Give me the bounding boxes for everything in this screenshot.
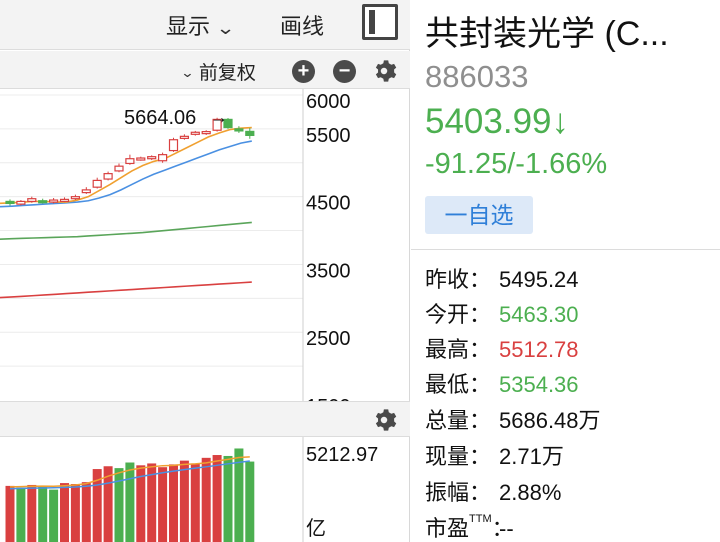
candle xyxy=(136,157,146,161)
volume-bar xyxy=(81,482,91,542)
chevron-down-icon: ⌄ xyxy=(215,18,236,38)
sidebar-toggle-icon[interactable] xyxy=(362,4,398,40)
volume-bar xyxy=(179,460,189,542)
last-price-value: 5403.99 xyxy=(425,102,552,141)
ma-line-orange xyxy=(0,126,252,205)
price-tick-label: 6000 xyxy=(306,91,351,113)
volume-chart[interactable]: 5212.97 亿 xyxy=(0,437,410,542)
candle xyxy=(245,130,255,136)
volume-bar xyxy=(5,485,15,542)
stat-volume: 总量： 5686.48万 xyxy=(425,408,601,433)
stat-high: 最高： 5512.78 xyxy=(425,337,579,362)
candle xyxy=(16,200,26,205)
candle xyxy=(92,179,102,188)
price-tick-label: 3500 xyxy=(306,260,351,282)
last-price: 5403.99↓ xyxy=(425,102,569,142)
candle xyxy=(114,165,124,172)
candles xyxy=(5,117,255,206)
ma-line-red xyxy=(0,281,252,299)
volume-bar xyxy=(60,483,69,542)
stock-code: 886033 xyxy=(425,59,529,94)
plus-circle-icon[interactable]: + xyxy=(292,60,315,83)
gear-icon[interactable] xyxy=(371,58,397,84)
chevron-down-icon: ⌄ xyxy=(180,65,195,80)
gear-icon[interactable] xyxy=(371,407,397,433)
candle xyxy=(48,199,59,203)
volume-bars xyxy=(5,448,255,542)
price-change: -91.25/-1.66% xyxy=(425,148,608,180)
high-price-arrow: → xyxy=(210,107,228,127)
volume-bar xyxy=(190,463,200,542)
candle xyxy=(190,131,200,135)
volume-axis-value: 5212.97 xyxy=(306,444,378,466)
volume-bar xyxy=(212,455,222,542)
candle xyxy=(5,200,15,205)
volume-bar xyxy=(201,457,211,542)
candle xyxy=(27,198,37,203)
price-chart[interactable]: 600055004500350025001500 5664.06 → xyxy=(0,89,410,401)
volume-bar xyxy=(38,486,48,542)
candle xyxy=(158,154,168,162)
candle xyxy=(59,198,70,202)
volume-bar xyxy=(223,455,233,542)
display-menu-label: 显示 xyxy=(166,14,211,39)
candle xyxy=(234,128,244,132)
candle xyxy=(103,173,113,180)
candle xyxy=(179,135,189,139)
stat-open: 今开： 5463.30 xyxy=(425,302,579,327)
quote-panel: 共封装光学 (C... 886033 5403.99↓ -91.25/-1.66… xyxy=(411,0,720,542)
chart-pane: 显示⌄ 画线 ⌄前复权 + − 600055004500350025001500… xyxy=(0,0,410,542)
volume-header xyxy=(0,401,410,437)
candle xyxy=(70,196,81,200)
draw-menu[interactable]: 画线 xyxy=(280,9,324,41)
candle xyxy=(38,200,48,204)
high-price-label: 5664.06 xyxy=(124,107,196,129)
volume-bar xyxy=(16,487,26,542)
display-menu[interactable]: 显示 ⌄ xyxy=(166,9,236,41)
price-tick-label: 4500 xyxy=(306,193,351,215)
volume-bar xyxy=(125,462,135,542)
volume-bar xyxy=(49,489,59,542)
stat-low: 最低： 5354.36 xyxy=(425,372,579,397)
minus-circle-icon[interactable]: − xyxy=(333,60,356,83)
price-axis: 600055004500350025001500 xyxy=(306,91,351,401)
stat-prev-close: 昨收： 5495.24 xyxy=(425,267,579,292)
stat-current-volume: 现量： 2.71万 xyxy=(425,444,564,469)
volume-bar xyxy=(245,461,255,542)
stock-name: 共封装光学 (C... xyxy=(425,15,669,53)
moving-averages xyxy=(0,126,252,299)
remove-watchlist-button[interactable]: 一自选 xyxy=(425,196,533,234)
candle xyxy=(147,156,157,160)
candle xyxy=(201,130,211,135)
down-arrow-icon: ↓ xyxy=(551,102,570,141)
price-tick-label: 5500 xyxy=(306,125,351,147)
volume-bar xyxy=(70,484,80,542)
volume-bar xyxy=(27,484,37,542)
chart-toolbar: 显示 ⌄ 画线 xyxy=(0,0,410,50)
volume-bar xyxy=(114,468,124,542)
stat-pe-ttm: 市盈TTM：-- xyxy=(425,513,514,541)
adjust-select-label: 前复权 xyxy=(198,63,256,84)
stat-amplitude: 振幅： 2.88% xyxy=(425,480,562,505)
price-grid xyxy=(0,89,304,401)
candle xyxy=(81,189,91,194)
price-tick-label: 2500 xyxy=(306,328,351,350)
adjust-select[interactable]: ⌄ 前复权 xyxy=(180,58,256,85)
volume-bar xyxy=(169,464,178,542)
divider xyxy=(411,249,720,250)
candle xyxy=(168,139,179,152)
price-subbar: ⌄ 前复权 + − xyxy=(0,51,410,89)
volume-axis-unit: 亿 xyxy=(306,517,326,540)
volume-bar xyxy=(158,467,168,542)
candle xyxy=(125,158,135,165)
